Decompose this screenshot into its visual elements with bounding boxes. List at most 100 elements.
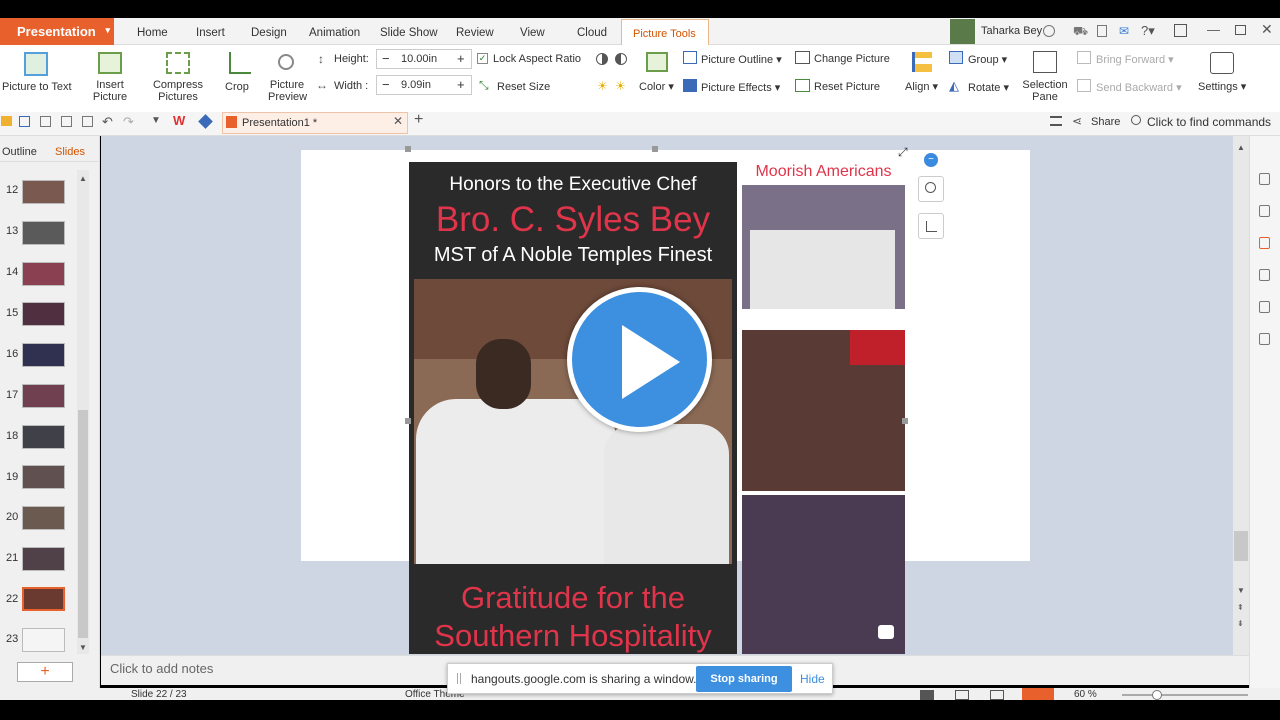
resize-handle[interactable] [405,418,411,424]
slide-thumb-17[interactable] [22,384,65,408]
normal-view-icon[interactable] [920,690,934,700]
share-icon[interactable]: ⋖ [1072,114,1082,128]
slideshow-button[interactable] [1022,688,1054,700]
scroll-down-icon[interactable]: ▼ [79,643,87,652]
group-button[interactable]: Group ▾ [968,53,1007,66]
picture-outline-button[interactable]: Picture Outline ▾ [701,53,782,66]
scroll-up-icon[interactable]: ▲ [79,174,87,183]
save-icon[interactable] [19,116,30,127]
slide-thumb-23[interactable] [22,628,65,652]
export-icon[interactable] [40,116,51,127]
stop-sharing-button[interactable]: Stop sharing [696,666,792,692]
slide-thumb-19[interactable] [22,465,65,489]
crop-picture-button[interactable] [918,213,944,239]
backup-icon[interactable] [1259,333,1270,345]
slide-thumb-13[interactable] [22,221,65,245]
lock-aspect-label[interactable]: Lock Aspect Ratio [493,53,581,65]
picture-icon[interactable] [1259,269,1270,281]
undo-icon[interactable]: ↶ [102,114,113,130]
resize-handle[interactable] [405,146,411,152]
app-menu-button[interactable]: Presentation ▾ [0,18,114,45]
user-name[interactable]: Taharka Bey [981,25,1042,37]
picture-preview-button[interactable]: Picture Preview [268,79,307,103]
color-button[interactable]: Color ▾ [639,81,674,93]
cart-icon[interactable]: ⛟ [1073,24,1088,40]
minus-icon[interactable]: − [382,77,390,92]
template-icon[interactable] [1259,237,1270,249]
reset-picture-button[interactable]: Reset Picture [814,81,880,93]
height-stepper[interactable]: − 10.00in + [376,49,472,69]
selection-pane-button[interactable]: Selection Pane [1021,79,1069,103]
notes-placeholder[interactable]: Click to add notes [110,661,213,676]
collapse-icon[interactable]: − [924,153,938,167]
brightness-icon[interactable] [615,53,627,65]
zoom-slider-thumb[interactable] [1152,690,1162,700]
print-icon[interactable] [61,116,72,127]
scroll-down-icon[interactable]: ▼ [1237,586,1245,595]
upload-icon[interactable] [1174,24,1187,37]
align-button[interactable]: Align ▾ [905,81,938,93]
tab-home[interactable]: Home [137,27,168,39]
settings-button[interactable]: Settings ▾ [1198,81,1246,93]
drag-handle-icon[interactable] [457,673,461,684]
close-tab-icon[interactable]: ✕ [393,114,403,128]
next-slide-icon[interactable]: ⇟ [1237,619,1244,628]
slides-tab[interactable]: Slides [55,146,85,158]
slide-thumb-18[interactable] [22,425,65,449]
play-button[interactable] [567,287,712,432]
panel-scrollbar-thumb[interactable] [78,410,88,638]
close-icon[interactable]: ✕ [1261,21,1273,38]
tab-picture-tools[interactable]: Picture Tools [621,19,709,46]
reset-size-button[interactable]: Reset Size [497,81,550,93]
hide-button[interactable]: Hide [800,672,825,686]
open-icon[interactable] [1,116,12,126]
zoom-picture-button[interactable] [918,176,944,202]
previous-slide-icon[interactable]: ⇞ [1237,603,1244,612]
zoom-slider[interactable] [1122,694,1248,696]
document-icon[interactable] [1259,173,1270,185]
tab-slide-show[interactable]: Slide Show [380,27,438,39]
slide-thumb-21[interactable] [22,547,65,571]
new-tab-icon[interactable]: + [414,111,423,129]
resize-handle[interactable] [902,418,908,424]
slide-sorter-icon[interactable] [955,690,969,700]
find-commands-input[interactable]: Click to find commands [1147,115,1271,129]
canvas-scrollbar-thumb[interactable] [1234,531,1248,561]
skin-icon[interactable] [1097,25,1107,37]
tab-design[interactable]: Design [251,27,287,39]
plus-icon[interactable]: + [457,77,465,92]
file-icon[interactable] [1259,301,1270,313]
contrast-icon[interactable] [596,53,608,65]
restore-icon[interactable] [1235,25,1246,35]
document-tab[interactable]: Presentation1 * [222,112,408,134]
slide-thumb-20[interactable] [22,506,65,530]
picture-effects-button[interactable]: Picture Effects ▾ [701,81,780,94]
width-stepper[interactable]: − 9.09in + [376,75,472,95]
redo-icon[interactable]: ↷ [123,114,134,130]
zoom-level[interactable]: 60 % [1074,690,1097,700]
resize-handle[interactable] [652,146,658,152]
outline-tab[interactable]: Outline [2,146,37,158]
help-icon[interactable]: ?▾ [1141,23,1155,39]
sun-icon-2[interactable]: ☀ [615,79,626,93]
slide-thumb-14[interactable] [22,262,65,286]
slide-thumb-12[interactable] [22,180,65,204]
add-slide-button[interactable]: + [17,662,73,682]
scroll-up-icon[interactable]: ▲ [1237,143,1245,152]
comment-icon[interactable] [1050,116,1062,126]
rotate-button[interactable]: Rotate ▾ [968,81,1009,94]
chat-icon[interactable]: ✉ [1119,24,1129,38]
tab-insert[interactable]: Insert [196,27,225,39]
layout-icon[interactable] [1259,205,1270,217]
search-icon[interactable] [1131,115,1141,125]
slide-thumb-15[interactable] [22,302,65,326]
minus-icon[interactable]: − [382,51,390,66]
slide-thumb-16[interactable] [22,343,65,367]
reading-view-icon[interactable] [990,690,1004,700]
crop-button[interactable]: Crop [225,81,249,93]
share-button[interactable]: Share [1091,116,1120,128]
width-input[interactable]: 9.09in [401,79,431,91]
customize-dropdown-icon[interactable]: ▼ [151,115,161,126]
minimize-icon[interactable]: — [1207,22,1220,37]
lock-aspect-checkbox[interactable]: ✓ [477,53,488,64]
